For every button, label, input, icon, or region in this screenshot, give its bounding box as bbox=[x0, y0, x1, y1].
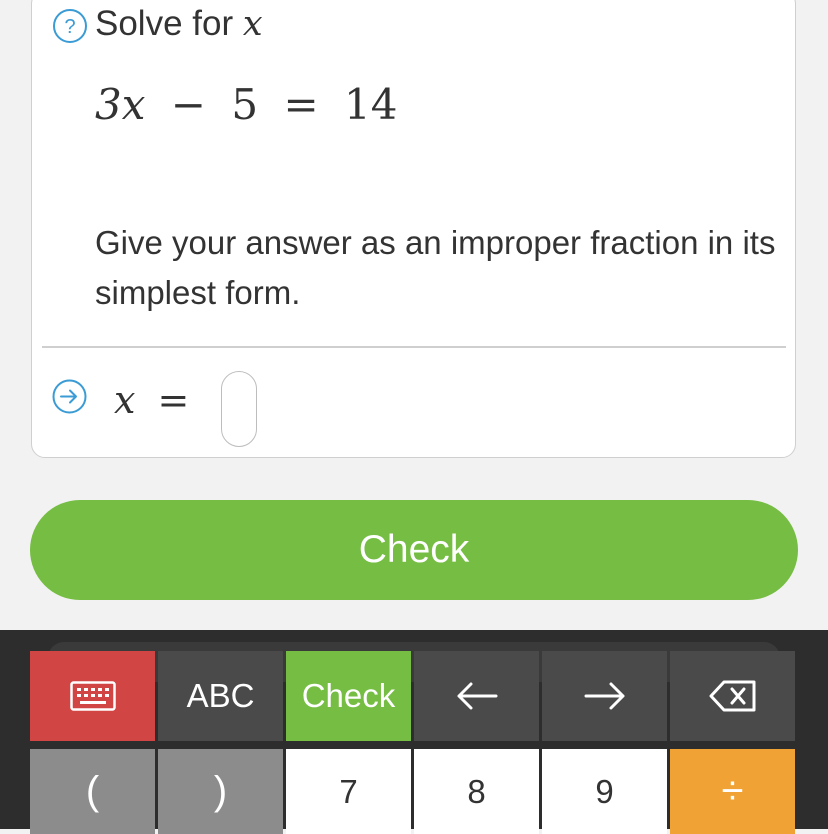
math-keyboard: ABC Check ( ) 7 8 9 ÷ bbox=[0, 630, 828, 834]
digit-9-key[interactable]: 9 bbox=[542, 749, 667, 834]
digit-8-key[interactable]: 8 bbox=[414, 749, 539, 834]
equation-minus: − bbox=[170, 80, 206, 129]
question-title-variable: x bbox=[242, 4, 263, 44]
question-title: Solve for x bbox=[95, 4, 263, 44]
divider bbox=[42, 346, 786, 348]
backspace-icon bbox=[709, 680, 755, 712]
backspace-key[interactable] bbox=[670, 651, 795, 741]
answer-input[interactable] bbox=[221, 371, 257, 447]
answer-arrow-icon bbox=[52, 379, 87, 414]
help-icon[interactable]: ? bbox=[52, 8, 88, 44]
divide-key[interactable]: ÷ bbox=[670, 749, 795, 834]
question-title-text: Solve for bbox=[95, 4, 234, 43]
equation-equals: = bbox=[283, 80, 319, 129]
keyboard-check-key[interactable]: Check bbox=[286, 651, 411, 741]
equation: 3x − 5 = 14 bbox=[95, 80, 397, 129]
left-arrow-icon bbox=[457, 682, 497, 710]
answer-variable: x bbox=[114, 378, 136, 422]
digit-7-key[interactable]: 7 bbox=[286, 749, 411, 834]
equation-rhs: 14 bbox=[344, 80, 398, 129]
left-arrow-key[interactable] bbox=[414, 651, 539, 741]
right-arrow-key[interactable] bbox=[542, 651, 667, 741]
equation-constant: 5 bbox=[231, 80, 259, 129]
keyboard-icon bbox=[69, 681, 116, 711]
answer-label: x = bbox=[114, 378, 189, 422]
svg-text:?: ? bbox=[64, 16, 75, 38]
check-button[interactable]: Check bbox=[30, 500, 798, 600]
answer-equals: = bbox=[157, 378, 190, 422]
open-paren-key[interactable]: ( bbox=[30, 749, 155, 834]
keyboard-toggle-key[interactable] bbox=[30, 651, 155, 741]
equation-term: 3x bbox=[95, 80, 146, 129]
close-paren-key[interactable]: ) bbox=[158, 749, 283, 834]
abc-key[interactable]: ABC bbox=[158, 651, 283, 741]
instruction-text: Give your answer as an improper fraction… bbox=[95, 224, 776, 311]
right-arrow-icon bbox=[584, 682, 624, 710]
